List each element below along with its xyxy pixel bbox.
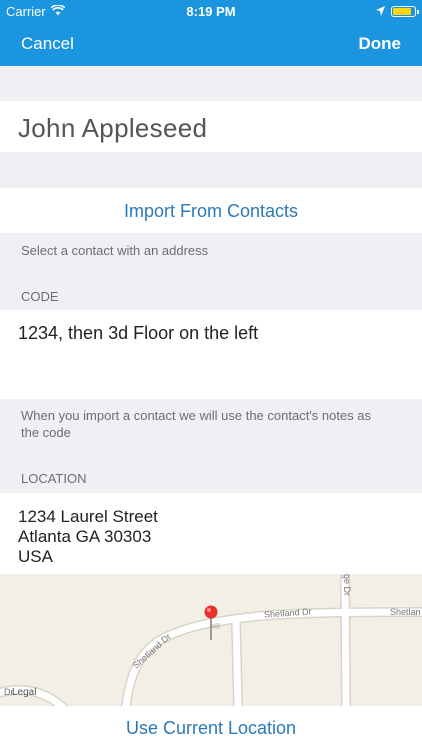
cancel-button[interactable]: Cancel xyxy=(21,34,74,54)
status-bar: Carrier 8:19 PM xyxy=(0,0,422,22)
address-line-2: Atlanta GA 30303 xyxy=(18,527,152,546)
code-footer-line-1: When you import a contact we will use th… xyxy=(21,408,372,423)
map-legal-link[interactable]: Legal xyxy=(12,687,36,698)
location-map[interactable]: Shetland Dr Shetland Dr Shetlan ge Dr Dr… xyxy=(0,574,422,706)
name-field[interactable]: John Appleseed xyxy=(0,101,422,152)
code-section-header: CODE xyxy=(21,289,59,304)
import-footer: Select a contact with an address xyxy=(21,243,209,258)
address-cell[interactable]: 1234 Laurel Street Atlanta GA 30303 USA xyxy=(0,493,422,574)
code-footer: When you import a contact we will use th… xyxy=(21,407,371,441)
map-street-label-4: Shetlan xyxy=(390,607,421,617)
navigation-bar: Cancel Done xyxy=(0,22,422,66)
code-field[interactable]: 1234, then 3d Floor on the left xyxy=(0,310,422,399)
done-button[interactable]: Done xyxy=(359,34,402,54)
import-contacts-button[interactable]: Import From Contacts xyxy=(124,201,298,222)
battery-icon xyxy=(391,6,419,17)
map-street-label-5: ge Dr xyxy=(342,574,353,597)
status-right xyxy=(376,4,419,19)
use-current-location-cell[interactable]: Use Current Location xyxy=(0,706,422,750)
status-time: 8:19 PM xyxy=(186,4,236,19)
code-footer-line-2: the code xyxy=(21,425,71,440)
code-value: 1234, then 3d Floor on the left xyxy=(18,323,259,343)
location-section-header: LOCATION xyxy=(21,471,87,486)
import-contacts-cell[interactable]: Import From Contacts xyxy=(0,188,422,233)
name-value: John Appleseed xyxy=(18,113,208,143)
location-arrow-icon xyxy=(376,4,385,19)
map-pin-icon xyxy=(200,604,230,649)
address-line-1: 1234 Laurel Street xyxy=(18,507,158,526)
use-current-location-button[interactable]: Use Current Location xyxy=(126,718,296,739)
address-line-3: USA xyxy=(18,547,53,566)
